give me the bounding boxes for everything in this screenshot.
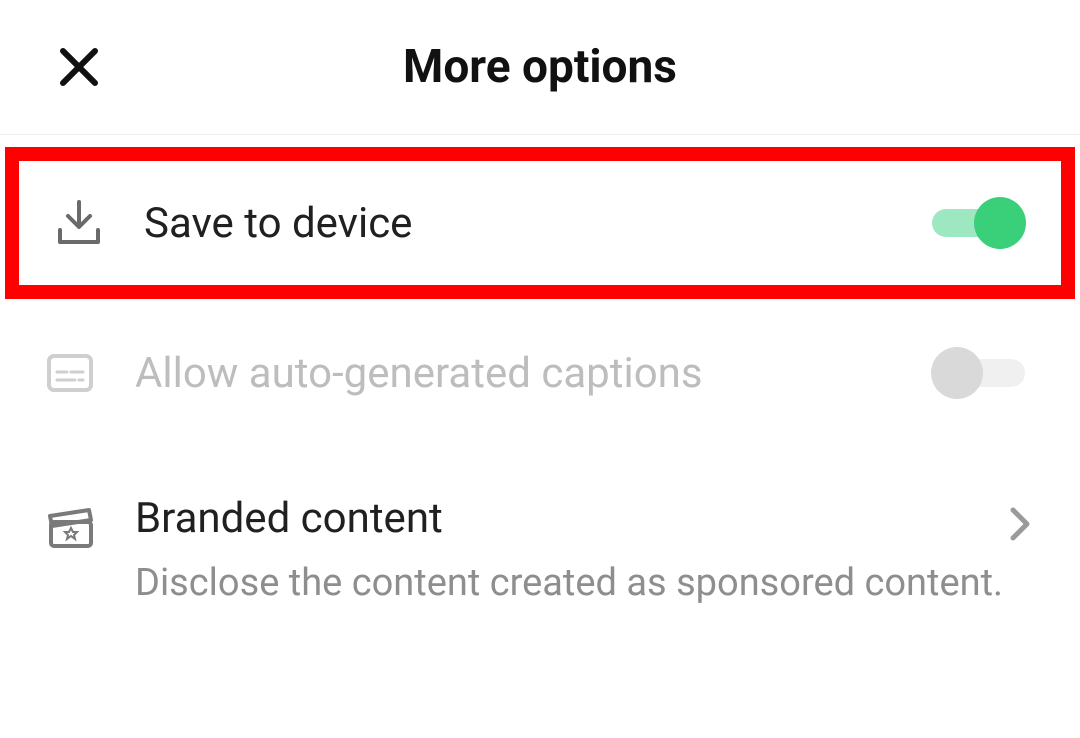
chevron-right-icon bbox=[1005, 494, 1035, 548]
clapperboard-icon bbox=[45, 494, 100, 552]
auto-captions-label: Allow auto-generated captions bbox=[135, 349, 931, 398]
download-icon bbox=[54, 198, 109, 248]
close-button[interactable] bbox=[55, 43, 103, 91]
highlighted-option: Save to device bbox=[5, 147, 1075, 299]
branded-content-label: Branded content bbox=[135, 494, 1005, 543]
auto-captions-row[interactable]: Allow auto-generated captions bbox=[0, 299, 1080, 439]
save-to-device-label: Save to device bbox=[144, 199, 922, 248]
options-list: Save to device Allow auto-generated capt… bbox=[0, 147, 1080, 645]
auto-captions-toggle[interactable] bbox=[931, 347, 1035, 399]
header: More options bbox=[0, 0, 1080, 135]
branded-content-description: Disclose the content created as sponsore… bbox=[135, 561, 1005, 605]
captions-icon bbox=[45, 348, 100, 398]
close-icon bbox=[55, 43, 103, 91]
save-to-device-row[interactable]: Save to device bbox=[19, 161, 1061, 285]
branded-content-row[interactable]: Branded content Disclose the content cre… bbox=[0, 439, 1080, 645]
save-to-device-toggle[interactable] bbox=[922, 197, 1026, 249]
page-title: More options bbox=[50, 40, 1030, 94]
